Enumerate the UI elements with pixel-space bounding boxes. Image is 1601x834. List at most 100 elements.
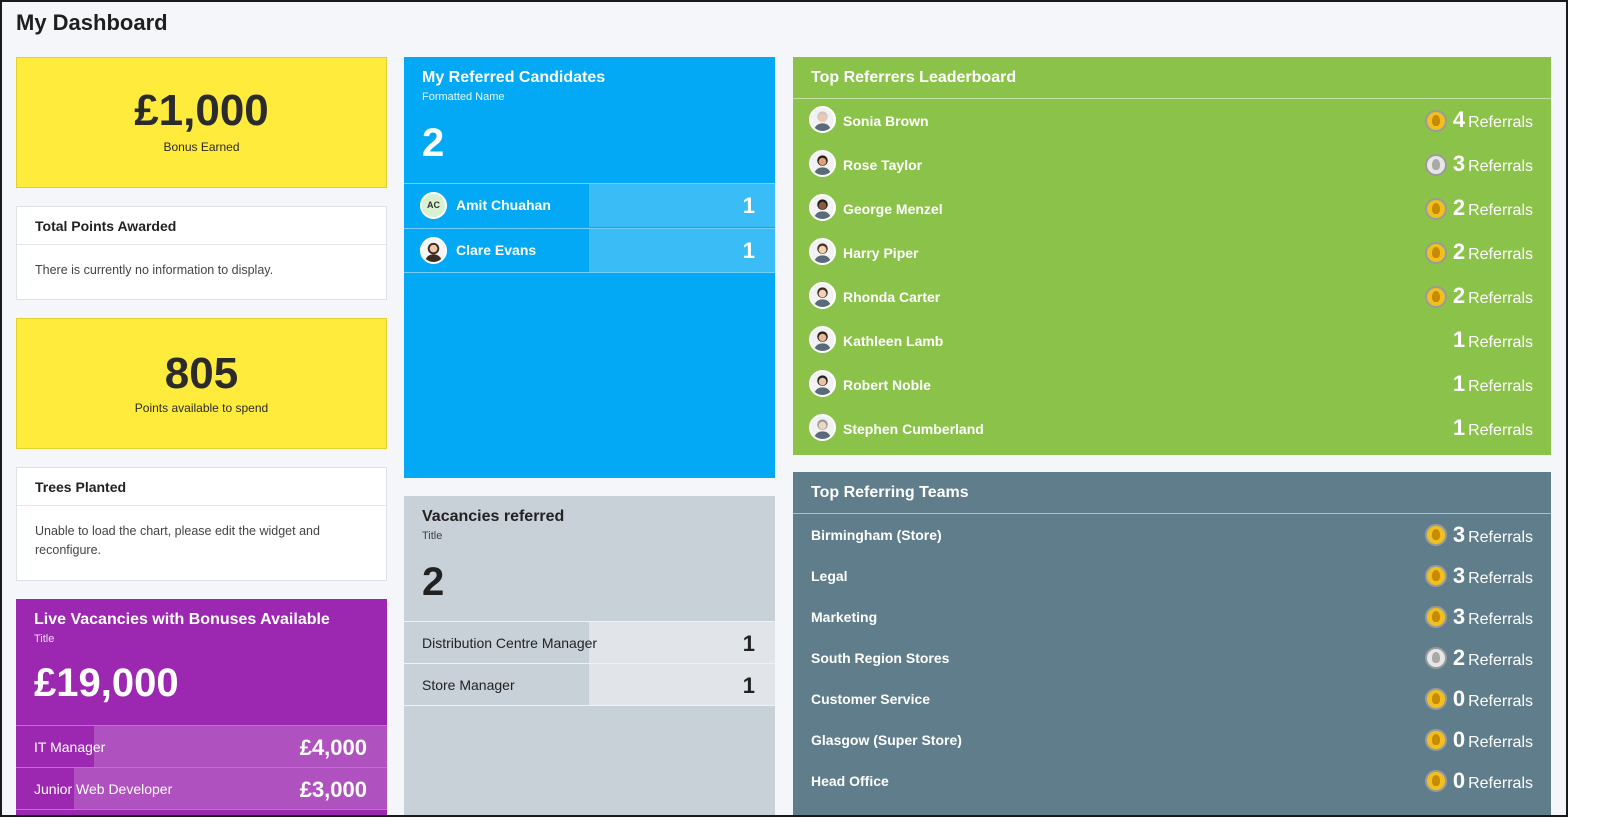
candidate-count: 1 — [742, 193, 755, 218]
leaderboard-row[interactable]: Sonia Brown 4 Referrals — [793, 99, 1551, 143]
leaderboard-title: Top Referrers Leaderboard — [793, 57, 1551, 99]
bonus-earned-value: £1,000 — [134, 86, 269, 135]
candidate-row[interactable]: AC Amit Chuahan 1 — [404, 183, 775, 227]
leaderboard-row[interactable]: Rhonda Carter 2 Referrals — [793, 275, 1551, 319]
teams-count: 3 — [1452, 563, 1466, 588]
teams-row[interactable]: Customer Service 0 Referrals — [793, 678, 1551, 719]
trees-planted-widget: Trees Planted Unable to load the chart, … — [16, 467, 387, 581]
points-available-label: Points available to spend — [134, 401, 269, 415]
leaderboard-row[interactable]: George Menzel 2 Referrals — [793, 187, 1551, 231]
referred-candidates-subtitle: Formatted Name — [422, 91, 505, 103]
avatar — [420, 237, 447, 264]
avatar — [809, 414, 836, 441]
vacancy-row-label: Junior Web Developer — [34, 781, 173, 797]
teams-count: 3 — [1452, 522, 1466, 547]
person-icon — [811, 196, 834, 219]
vacancies-referred-title: Vacancies referred — [422, 508, 565, 525]
total-points-widget: Total Points Awarded There is currently … — [16, 206, 387, 300]
leaderboard-row[interactable]: Harry Piper 2 Referrals — [793, 231, 1551, 275]
vacancy-referred-label: Store Manager — [422, 677, 515, 693]
vacancy-row-value: £4,000 — [299, 735, 367, 760]
leaderboard-count: 3 — [1452, 151, 1466, 176]
leaderboard-unit: Referrals — [1468, 422, 1533, 439]
teams-list: Birmingham (Store) 3 Referrals Legal 3 Referr… — [793, 514, 1551, 801]
leaderboard-name: Rhonda Carter — [843, 289, 941, 305]
avatar — [809, 150, 836, 177]
medal-icon — [1425, 110, 1447, 132]
live-vacancies-subtitle: Title — [34, 633, 55, 645]
teams-name: Marketing — [811, 609, 878, 625]
leaderboard-row[interactable]: Stephen Cumberland 1 Referrals — [793, 407, 1551, 451]
medal-icon — [1425, 729, 1447, 751]
person-icon — [811, 328, 834, 351]
vacancy-row[interactable]: Junior Web Developer £3,000 — [16, 767, 387, 809]
vacancy-row-label: IT Manager — [34, 739, 106, 755]
leaderboard-name: Harry Piper — [843, 245, 919, 261]
medal-icon — [1425, 647, 1447, 669]
leaderboard-name: Rose Taylor — [843, 157, 923, 173]
leaderboard-name: Kathleen Lamb — [843, 333, 944, 349]
bonus-earned-widget[interactable]: £1,000 Bonus Earned — [16, 57, 387, 188]
leaderboard-name: Stephen Cumberland — [843, 421, 984, 437]
candidate-name: Clare Evans — [456, 242, 537, 258]
total-points-message: There is currently no information to dis… — [35, 263, 274, 277]
vacancy-referred-row[interactable]: Store Manager 1 — [404, 663, 775, 705]
vacancy-row[interactable]: IT Manager £4,000 — [16, 725, 387, 767]
leaderboard-count: 1 — [1452, 415, 1466, 440]
avatar — [809, 106, 836, 133]
teams-title: Top Referring Teams — [793, 472, 1551, 514]
leaderboard-row[interactable]: Robert Noble 1 Referrals — [793, 363, 1551, 407]
leaderboard-name: George Menzel — [843, 201, 943, 217]
teams-unit: Referrals — [1468, 652, 1533, 669]
avatar — [809, 326, 836, 353]
teams-row[interactable]: Marketing 3 Referrals — [793, 596, 1551, 637]
teams-row[interactable]: South Region Stores 2 Referrals — [793, 637, 1551, 678]
teams-count: 2 — [1452, 645, 1466, 670]
live-vacancies-total: £19,000 — [34, 661, 179, 705]
bonus-earned-label: Bonus Earned — [163, 140, 240, 154]
avatar — [809, 370, 836, 397]
medal-icon — [1425, 198, 1447, 220]
total-points-title: Total Points Awarded — [17, 207, 386, 245]
medal-icon — [1425, 242, 1447, 264]
avatar — [809, 194, 836, 221]
vacancy-referred-row[interactable]: Distribution Centre Manager 1 — [404, 621, 775, 663]
medal-icon — [1425, 154, 1447, 176]
leaderboard-count: 2 — [1452, 283, 1466, 308]
vacancy-referred-label: Distribution Centre Manager — [422, 635, 598, 651]
vacancies-referred-subtitle: Title — [422, 530, 443, 542]
leaderboard-row[interactable]: Rose Taylor 3 Referrals — [793, 143, 1551, 187]
person-icon — [811, 152, 834, 175]
leaderboard-count: 1 — [1452, 327, 1466, 352]
vacancy-row-value: £3,000 — [299, 777, 367, 802]
page-title: My Dashboard — [16, 10, 168, 35]
leaderboard-unit: Referrals — [1468, 334, 1533, 351]
leaderboard-unit: Referrals — [1468, 246, 1533, 263]
trees-planted-title: Trees Planted — [17, 468, 386, 506]
person-icon — [811, 284, 834, 307]
teams-unit: Referrals — [1468, 529, 1533, 546]
teams-count: 0 — [1452, 768, 1466, 793]
teams-name: Glasgow (Super Store) — [811, 732, 962, 748]
teams-row[interactable]: Glasgow (Super Store) 0 Referrals — [793, 719, 1551, 760]
teams-count: 0 — [1452, 727, 1466, 752]
leaderboard-count: 4 — [1452, 107, 1466, 132]
teams-name: Birmingham (Store) — [811, 527, 942, 543]
teams-row[interactable]: Legal 3 Referrals — [793, 555, 1551, 596]
vacancy-referred-count: 1 — [742, 673, 755, 698]
teams-row[interactable]: Head Office 0 Referrals — [793, 760, 1551, 801]
medal-icon — [1425, 565, 1447, 587]
teams-name: Customer Service — [811, 691, 931, 707]
candidate-count: 1 — [742, 238, 755, 263]
avatar — [809, 282, 836, 309]
vacancies-referred-total: 2 — [422, 560, 445, 604]
leaderboard-widget: Top Referrers Leaderboard Sonia Brown 4 Re… — [793, 57, 1551, 455]
person-icon — [811, 108, 834, 131]
teams-count: 0 — [1452, 686, 1466, 711]
teams-row[interactable]: Birmingham (Store) 3 Referrals — [793, 514, 1551, 555]
leaderboard-row[interactable]: Kathleen Lamb 1 Referrals — [793, 319, 1551, 363]
candidate-row[interactable]: Clare Evans 1 — [404, 228, 775, 272]
avatar: AC — [420, 192, 447, 219]
points-available-widget[interactable]: 805 Points available to spend — [16, 318, 387, 449]
leaderboard-unit: Referrals — [1468, 158, 1533, 175]
